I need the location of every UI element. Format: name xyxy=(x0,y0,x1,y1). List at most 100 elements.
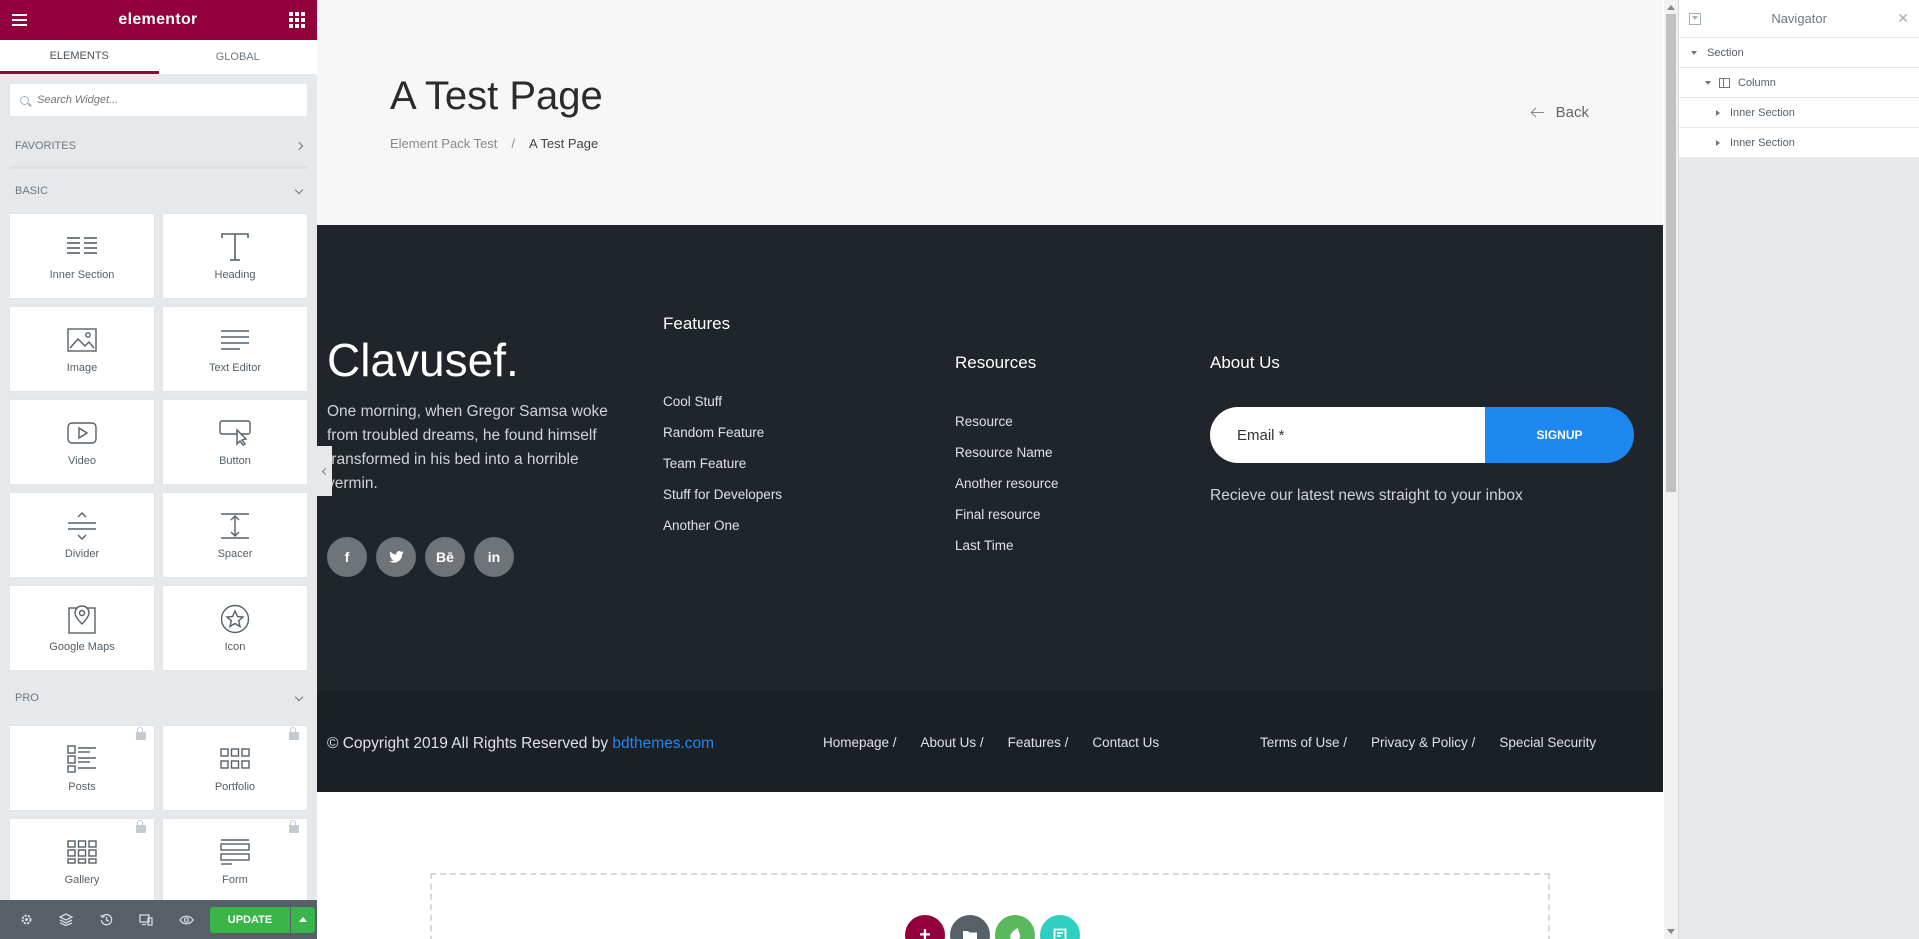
footer-brand: Clavusef. xyxy=(327,334,519,386)
scroll-up-arrow-icon[interactable] xyxy=(1667,5,1675,10)
footer-menu-link[interactable]: Contact Us xyxy=(1092,735,1159,750)
widget-heading[interactable]: Heading xyxy=(163,214,307,298)
behance-icon[interactable]: Bē xyxy=(425,537,465,577)
footer-menu-link[interactable]: Special Security xyxy=(1499,735,1596,750)
column-icon xyxy=(1719,77,1730,88)
category-favorites[interactable]: FAVORITES xyxy=(0,126,317,166)
widget-label: Video xyxy=(68,455,96,467)
footer-link[interactable]: Resource xyxy=(955,414,1059,445)
button-icon xyxy=(217,417,253,449)
resources-links: Resource Resource Name Another resource … xyxy=(955,414,1059,569)
footer-menu-link[interactable]: About Us / xyxy=(921,735,984,750)
category-basic-label: BASIC xyxy=(15,185,49,197)
widget-label: Divider xyxy=(64,548,100,560)
footer-link[interactable]: Another One xyxy=(663,518,782,549)
navigator-item-section[interactable]: Section xyxy=(1679,38,1919,68)
widgets-grid-icon[interactable] xyxy=(288,12,305,28)
navigator-item-inner-section[interactable]: Inner Section xyxy=(1679,98,1919,128)
copyright-bar: © Copyright 2019 All Rights Reserved by … xyxy=(317,691,1663,792)
search-widget-input[interactable] xyxy=(37,94,297,106)
footer-link[interactable]: Cool Stuff xyxy=(663,394,782,425)
footer-menu-link[interactable]: Features / xyxy=(1008,735,1069,750)
footer-link[interactable]: Final resource xyxy=(955,507,1059,538)
template-icon[interactable] xyxy=(1040,915,1080,939)
elementor-editor: elementor ELEMENTS GLOBAL FAVORITES BASI… xyxy=(0,0,1919,939)
preview-scrollbar[interactable] xyxy=(1664,0,1678,939)
caret-right-icon xyxy=(1716,139,1720,146)
lock-icon xyxy=(289,820,299,833)
footer-menu-link[interactable]: Homepage / xyxy=(823,735,897,750)
tab-elements[interactable]: ELEMENTS xyxy=(0,40,159,74)
breadcrumb-parent-link[interactable]: Element Pack Test xyxy=(390,136,497,151)
widget-posts[interactable]: Posts xyxy=(10,726,154,810)
widget-form[interactable]: Form xyxy=(163,819,307,903)
footer-menu-link[interactable]: Terms of Use / xyxy=(1260,735,1347,750)
spacer-icon xyxy=(217,510,253,542)
settings-gear-icon[interactable] xyxy=(6,900,46,939)
copyright-link[interactable]: bdthemes.com xyxy=(612,735,714,752)
plus-icon[interactable]: + xyxy=(905,915,945,939)
footer-link[interactable]: Another resource xyxy=(955,476,1059,507)
chevron-down-icon xyxy=(294,692,304,701)
responsive-mode-icon[interactable] xyxy=(126,900,166,939)
back-link[interactable]: Back xyxy=(1531,104,1589,121)
navigator-panel: Navigator ✕ Section Column Inner Section… xyxy=(1678,0,1919,939)
navigator-layers-icon[interactable] xyxy=(46,900,86,939)
footer-menu-primary: Homepage / About Us / Features / Contact… xyxy=(823,735,1159,750)
widget-label: Button xyxy=(219,455,251,467)
widget-spacer[interactable]: Spacer xyxy=(163,493,307,577)
widget-inner-section[interactable]: Inner Section xyxy=(10,214,154,298)
tab-global[interactable]: GLOBAL xyxy=(159,40,318,74)
facebook-icon[interactable]: f xyxy=(327,537,367,577)
email-input[interactable] xyxy=(1210,407,1485,463)
footer-link[interactable]: Team Feature xyxy=(663,456,782,487)
preview-eye-icon[interactable] xyxy=(166,900,206,939)
signup-button[interactable]: SIGNUP xyxy=(1485,407,1634,463)
footer-link[interactable]: Stuff for Developers xyxy=(663,487,782,518)
widget-icon[interactable]: Icon xyxy=(163,586,307,670)
update-button[interactable]: UPDATE xyxy=(210,906,290,933)
history-icon[interactable] xyxy=(86,900,126,939)
linkedin-icon[interactable]: in xyxy=(474,537,514,577)
footer-link[interactable]: Last Time xyxy=(955,538,1059,569)
envato-icon[interactable] xyxy=(995,915,1035,939)
widget-gallery[interactable]: Gallery xyxy=(10,819,154,903)
copyright-label: © Copyright 2019 All Rights Reserved by xyxy=(327,735,609,752)
footer-link[interactable]: Random Feature xyxy=(663,425,782,456)
lock-icon xyxy=(289,727,299,740)
resources-title: Resources xyxy=(955,353,1037,372)
footer-menu-link[interactable]: Privacy & Policy / xyxy=(1371,735,1475,750)
menu-hamburger-icon[interactable] xyxy=(12,11,27,29)
navigator-header: Navigator ✕ xyxy=(1679,0,1919,38)
category-pro[interactable]: PRO xyxy=(0,678,317,718)
widget-google-maps[interactable]: Google Maps xyxy=(10,586,154,670)
back-label: Back xyxy=(1555,104,1589,121)
twitter-icon[interactable] xyxy=(376,537,416,577)
close-icon[interactable]: ✕ xyxy=(1897,10,1909,27)
widget-video[interactable]: Video xyxy=(10,400,154,484)
folder-icon[interactable] xyxy=(950,915,990,939)
category-favorites-label: FAVORITES xyxy=(15,140,76,152)
scrollbar-thumb[interactable] xyxy=(1666,14,1676,492)
collapse-all-icon[interactable] xyxy=(1689,12,1701,25)
footer-menu-legal: Terms of Use / Privacy & Policy / Specia… xyxy=(1260,735,1596,750)
update-options-arrow-icon[interactable] xyxy=(291,906,315,933)
widget-divider[interactable]: Divider xyxy=(10,493,154,577)
navigator-item-label: Inner Section xyxy=(1730,106,1795,119)
category-basic[interactable]: BASIC xyxy=(0,174,317,208)
navigator-item-inner-section[interactable]: Inner Section xyxy=(1679,128,1919,158)
navigator-item-column[interactable]: Column xyxy=(1679,68,1919,98)
page-title: A Test Page xyxy=(390,74,603,118)
widget-label: Form xyxy=(222,874,248,886)
form-icon xyxy=(217,836,253,868)
collapse-panel-toggle[interactable] xyxy=(317,446,332,496)
widget-button[interactable]: Button xyxy=(163,400,307,484)
footer-link[interactable]: Resource Name xyxy=(955,445,1059,476)
widget-image[interactable]: Image xyxy=(10,307,154,391)
widget-text-editor[interactable]: Text Editor xyxy=(163,307,307,391)
scroll-down-arrow-icon[interactable] xyxy=(1667,929,1675,934)
widget-portfolio[interactable]: Portfolio xyxy=(163,726,307,810)
widget-label: Posts xyxy=(68,781,96,793)
caret-right-icon xyxy=(1716,109,1720,116)
chevron-right-icon xyxy=(294,141,304,151)
